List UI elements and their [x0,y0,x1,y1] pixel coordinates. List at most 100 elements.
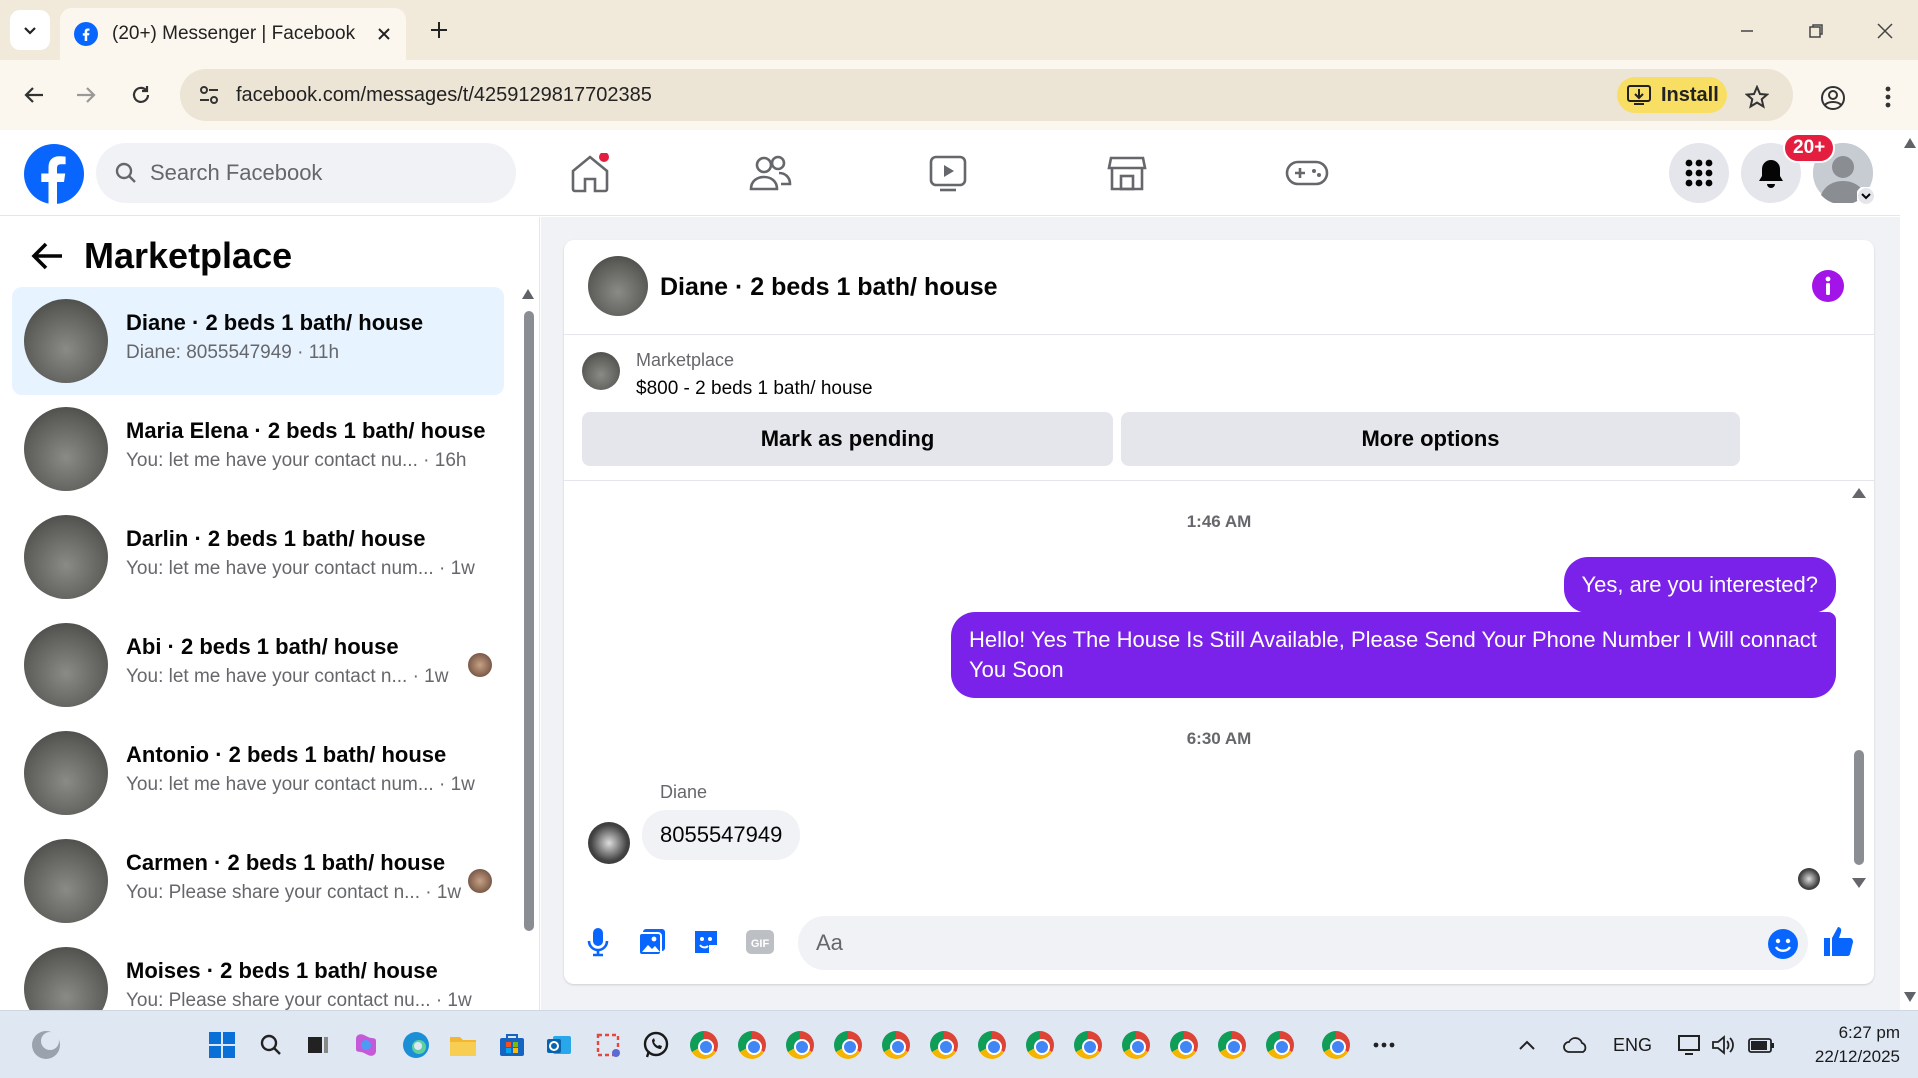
input-language-indicator[interactable]: ENG [1613,1035,1652,1056]
minimize-window-button[interactable] [1730,14,1764,48]
outlook-button[interactable] [543,1029,575,1061]
facebook-search-box[interactable]: Search Facebook [96,143,516,203]
site-info-icon[interactable] [198,84,220,106]
whatsapp-button[interactable] [640,1029,672,1061]
start-button[interactable] [206,1029,238,1061]
volume-button[interactable] [1707,1029,1739,1061]
install-app-button[interactable]: Install [1617,77,1727,113]
conversation-info-button[interactable] [1812,270,1844,302]
close-window-button[interactable] [1868,14,1902,48]
chrome-window-button[interactable] [1264,1029,1296,1061]
taskbar-search-button[interactable] [255,1029,287,1061]
chat-scrollbar-thumb[interactable] [1854,750,1864,865]
scroll-up-arrow-icon[interactable] [1852,488,1866,498]
thumbs-up-icon[interactable] [1822,924,1856,958]
scroll-down-arrow-icon[interactable] [1852,878,1866,888]
back-to-chats-button[interactable] [30,241,64,271]
chat-title[interactable]: Diane · 2 beds 1 bath/ house [660,273,998,302]
more-options-button[interactable]: More options [1121,412,1740,466]
outgoing-message[interactable]: Hello! Yes The House Is Still Available,… [951,612,1836,698]
nav-gaming[interactable] [1277,150,1337,196]
browser-menu-icon[interactable] [1878,84,1898,110]
mark-as-pending-button[interactable]: Mark as pending [582,412,1113,466]
network-status-button[interactable] [1674,1029,1706,1061]
conversation-item[interactable]: Maria Elena · 2 beds 1 bath/ house You: … [12,395,504,503]
edge-browser-button[interactable] [400,1029,432,1061]
chrome-window-button[interactable] [688,1029,720,1061]
onedrive-button[interactable] [1560,1029,1592,1061]
more-taskbar-apps-button[interactable] [1368,1029,1400,1061]
profile-icon[interactable] [1820,85,1846,111]
voice-clip-button[interactable] [578,922,618,962]
battery-button[interactable] [1745,1029,1777,1061]
close-tab-icon[interactable] [376,26,392,42]
nav-friends[interactable] [740,150,800,196]
attach-photo-button[interactable] [632,922,672,962]
listing-price-title[interactable]: $800 - 2 beds 1 bath/ house [636,378,873,400]
back-button[interactable] [16,77,52,113]
task-view-button[interactable] [302,1029,334,1061]
conversation-item[interactable]: Diane · 2 beds 1 bath/ house Diane: 8055… [12,287,504,395]
chrome-window-button[interactable] [976,1029,1008,1061]
widgets-weather-button[interactable] [30,1029,62,1061]
browser-tab-active[interactable]: (20+) Messenger | Facebook [60,8,406,60]
chevron-down-icon [1857,187,1875,205]
chat-list-scrollbar[interactable] [522,289,534,931]
scroll-up-arrow-icon[interactable] [1904,138,1916,148]
conversation-item[interactable]: Abi · 2 beds 1 bath/ house You: let me h… [12,611,504,719]
chrome-icon [738,1031,766,1059]
chrome-window-button[interactable] [1168,1029,1200,1061]
chrome-window-button[interactable] [1216,1029,1248,1061]
new-tab-button[interactable] [425,16,453,44]
conversation-item[interactable]: Antonio · 2 beds 1 bath/ house You: let … [12,719,504,827]
conversation-item[interactable]: Darlin · 2 beds 1 bath/ house You: let m… [12,503,504,611]
chrome-window-button[interactable] [928,1029,960,1061]
chrome-window-button-active[interactable] [1320,1029,1352,1061]
restore-window-button[interactable] [1799,14,1833,48]
emoji-icon[interactable] [1767,928,1799,960]
sticker-button[interactable] [686,922,726,962]
reload-button[interactable] [123,77,159,113]
chrome-window-button[interactable] [832,1029,864,1061]
chrome-window-button[interactable] [736,1029,768,1061]
incoming-message[interactable]: 8055547949 [642,810,801,860]
folder-icon [450,1037,476,1056]
close-icon [1877,23,1893,39]
chrome-window-button[interactable] [1120,1029,1152,1061]
microsoft-store-button[interactable] [496,1029,528,1061]
sender-avatar[interactable] [588,822,630,864]
conversation-snippet: You: Please share your contact nu... · 1… [126,990,472,1010]
chrome-icon [930,1031,958,1059]
outgoing-message[interactable]: Yes, are you interested? [1563,557,1836,613]
chrome-window-button[interactable] [784,1029,816,1061]
gif-button[interactable]: GIF [740,922,780,962]
read-receipt-avatar [1798,868,1820,890]
scroll-up-arrow-icon[interactable] [522,289,534,299]
conversation-item[interactable]: Carmen · 2 beds 1 bath/ house You: Pleas… [12,827,504,935]
copilot-button[interactable] [350,1029,382,1061]
message-sender-name: Diane [660,782,708,802]
listing-thumbnail[interactable] [588,256,648,316]
scroll-down-arrow-icon[interactable] [1904,992,1916,1002]
message-input[interactable] [798,916,1808,970]
facebook-logo[interactable] [24,144,84,204]
conversation-item[interactable]: Moises · 2 beds 1 bath/ house You: Pleas… [12,935,504,1010]
address-bar[interactable]: facebook.com/messages/t/4259129817702385 [180,69,1793,121]
forward-button[interactable] [68,77,104,113]
menu-button[interactable] [1669,143,1729,203]
scrollbar-thumb[interactable] [524,311,534,931]
system-clock[interactable]: 6:27 pm 22/12/2025 [1790,1021,1900,1069]
bookmark-star-icon[interactable] [1745,85,1769,109]
message-timestamp: 6:30 AM [1186,729,1252,748]
page-scrollbar[interactable] [1900,130,1918,1010]
chrome-window-button[interactable] [1024,1029,1056,1061]
chrome-window-button[interactable] [1072,1029,1104,1061]
nav-video[interactable] [918,150,978,196]
show-hidden-icons-button[interactable] [1511,1029,1543,1061]
nav-home[interactable] [560,150,620,196]
tab-search-button[interactable] [10,10,50,50]
snipping-tool-button[interactable] [592,1029,624,1061]
chrome-window-button[interactable] [880,1029,912,1061]
file-explorer-button[interactable] [447,1029,479,1061]
nav-marketplace[interactable] [1097,150,1157,196]
